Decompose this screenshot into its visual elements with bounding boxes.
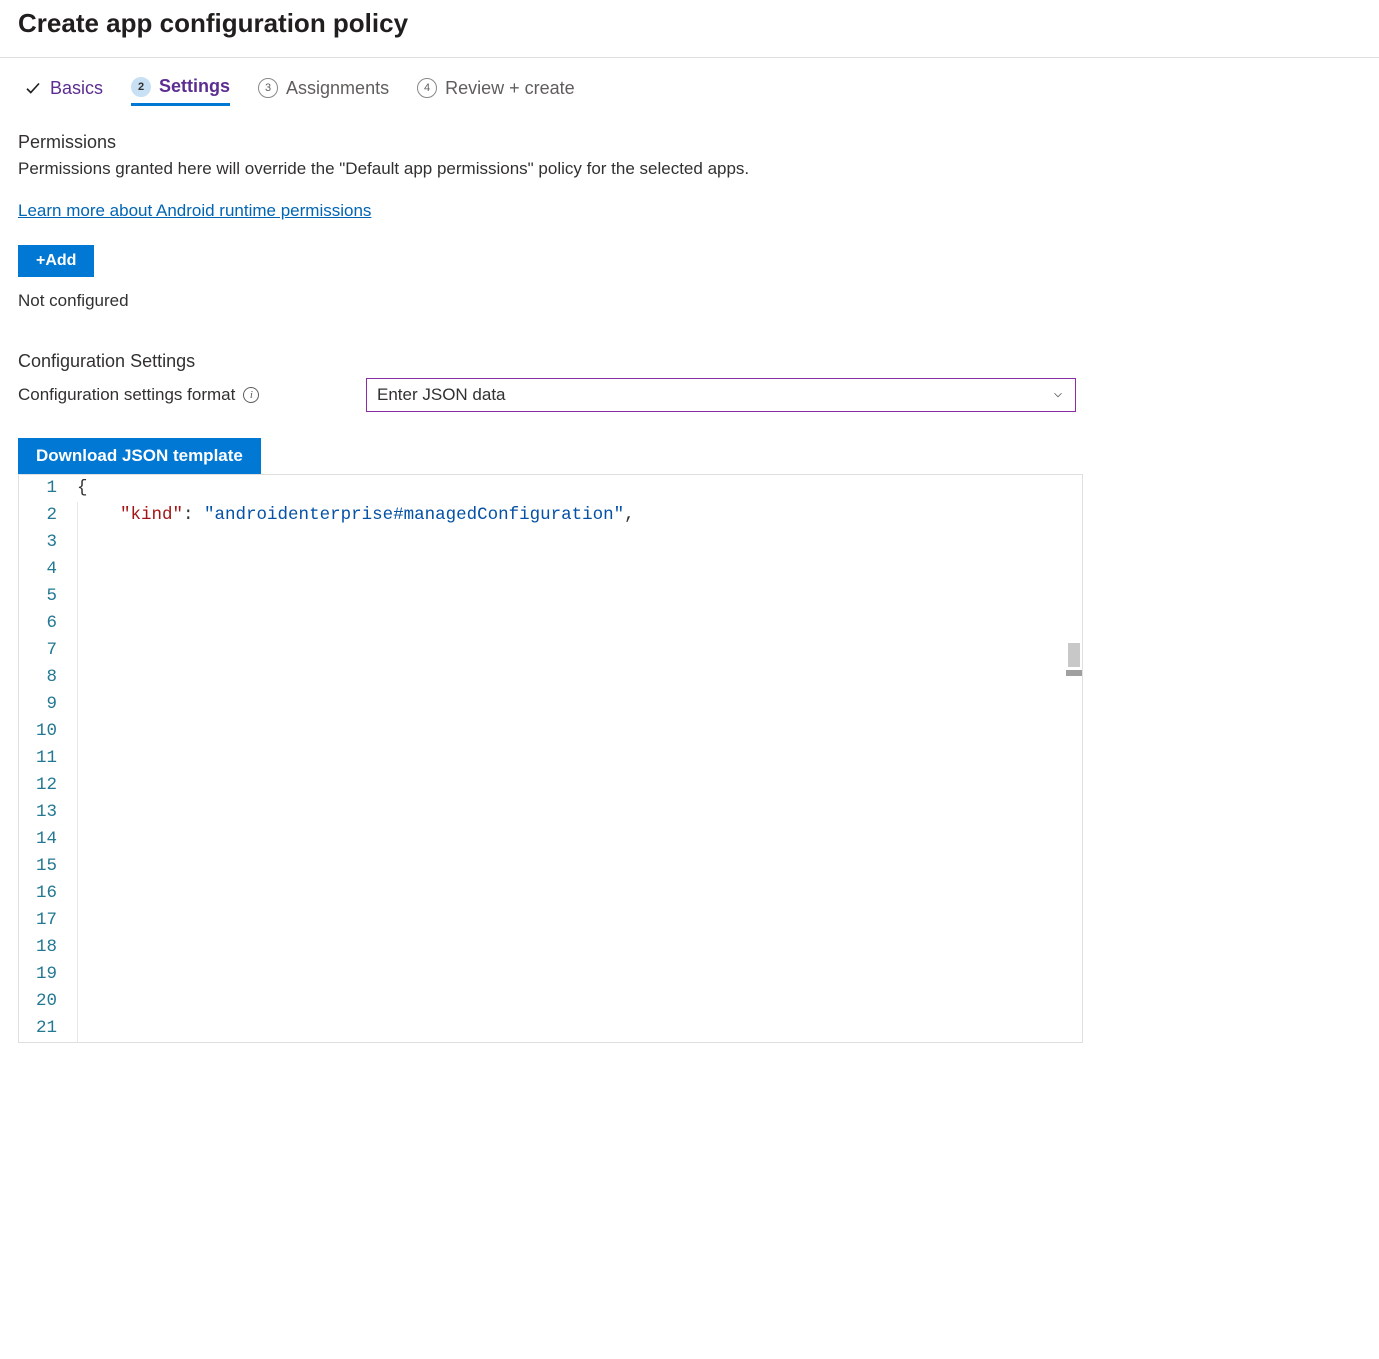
config-settings-heading: Configuration Settings [18,351,1361,372]
info-icon[interactable]: i [243,387,259,403]
check-icon [24,79,42,97]
wizard-step-settings[interactable]: 2 Settings [131,76,230,106]
step-number-icon: 2 [131,77,151,97]
permissions-status: Not configured [18,291,1361,311]
wizard-step-review[interactable]: 4 Review + create [417,78,575,105]
page-title: Create app configuration policy [18,8,1361,39]
add-permission-button[interactable]: +Add [18,245,94,277]
download-json-button[interactable]: Download JSON template [18,438,261,474]
chevron-down-icon [1051,388,1065,402]
permissions-heading: Permissions [18,132,1361,153]
dropdown-selected-value: Enter JSON data [377,385,506,405]
step-number-icon: 3 [258,78,278,98]
step-number-icon: 4 [417,78,437,98]
scrollbar-thumb[interactable] [1068,643,1080,667]
wizard-step-label: Assignments [286,78,389,99]
wizard-steps: Basics 2 Settings 3 Assignments 4 Review… [18,76,1361,106]
config-format-dropdown[interactable]: Enter JSON data [366,378,1076,412]
json-editor[interactable]: 123456789101112131415161718192021 { "kin… [18,474,1083,1043]
permissions-description: Permissions granted here will override t… [18,159,1361,179]
editor-gutter: 123456789101112131415161718192021 [19,475,71,1042]
wizard-step-basics[interactable]: Basics [24,78,103,105]
learn-more-link[interactable]: Learn more about Android runtime permiss… [18,201,371,221]
config-format-label-text: Configuration settings format [18,385,235,405]
title-divider [0,57,1379,58]
wizard-step-assignments[interactable]: 3 Assignments [258,78,389,105]
config-format-label: Configuration settings format i [18,385,348,405]
wizard-step-label: Basics [50,78,103,99]
wizard-step-label: Review + create [445,78,575,99]
wizard-step-label: Settings [159,76,230,97]
editor-code[interactable]: { "kind": "androidenterprise#managedConf… [71,475,1082,1042]
scrollbar-mark [1066,670,1082,676]
